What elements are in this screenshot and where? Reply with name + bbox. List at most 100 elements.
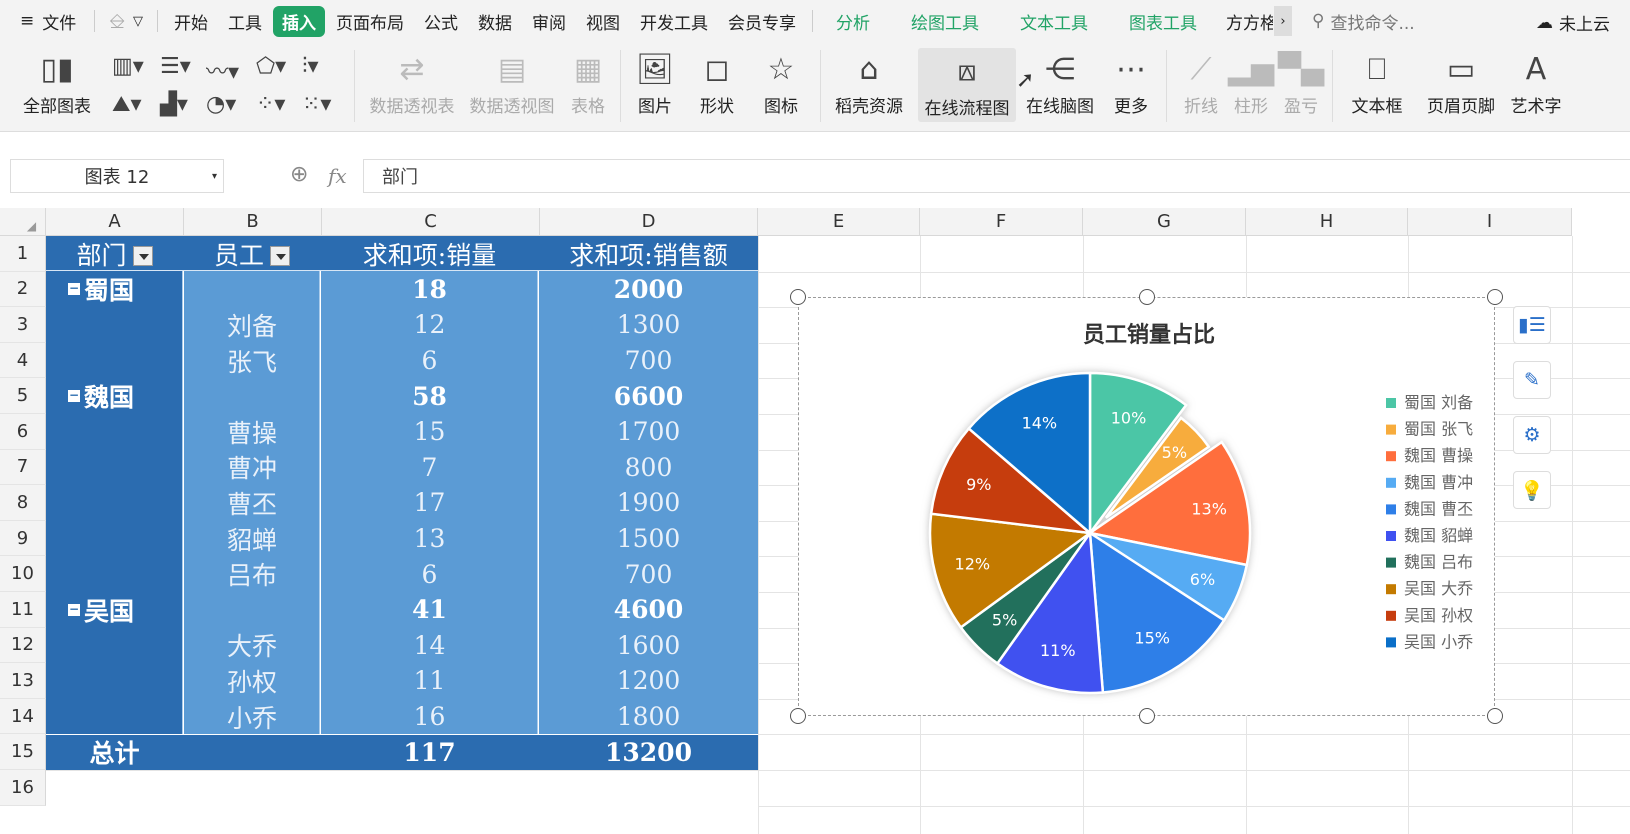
column-header-b[interactable]: B [184, 208, 322, 236]
pivot-amount-cell[interactable]: 1200 [539, 663, 758, 699]
chart-ideas-button[interactable]: 💡 [1513, 471, 1551, 509]
bubble-chart-icon[interactable]: ⁙▾ [302, 92, 331, 117]
row-header-5[interactable]: 5 [0, 378, 46, 414]
column-header-a[interactable]: A [46, 208, 184, 236]
pivot-amount-cell[interactable]: 1900 [539, 485, 758, 521]
pivot-amount-cell[interactable]: 6600 [539, 378, 758, 414]
column-header-f[interactable]: F [920, 208, 1083, 236]
pivot-employee-cell[interactable]: 大乔 [184, 628, 320, 664]
collapse-icon[interactable]: − [68, 603, 80, 616]
pivot-employee-cell[interactable]: 吕布 [184, 556, 320, 592]
shape-button[interactable]: ◻ 形状 [692, 46, 742, 118]
chart-resize-handle-se[interactable] [1487, 708, 1503, 724]
row-header-7[interactable]: 7 [0, 449, 46, 486]
pivot-employee-cell[interactable]: 貂蝉 [184, 521, 320, 557]
chart-settings-button[interactable]: ⚙ [1513, 416, 1551, 454]
tab-home[interactable]: 开始 [165, 6, 217, 37]
pivot-amount-cell[interactable]: 1700 [539, 414, 758, 450]
pivot-employee-cell[interactable]: 刘备 [184, 307, 320, 343]
pivot-qty-cell[interactable]: 15 [321, 414, 538, 450]
pivot-qty-cell[interactable]: 6 [321, 343, 538, 379]
docer-resources-button[interactable]: ⌂ 稻壳资源 [832, 46, 906, 118]
tab-analyze[interactable]: 分析 [827, 6, 879, 37]
format-painter-icon[interactable]: ⎒ [109, 9, 125, 33]
wordart-button[interactable]: A 艺术字 [1508, 46, 1564, 118]
pivot-header-dept[interactable]: 部门 [46, 236, 183, 272]
column-header-c[interactable]: C [322, 208, 540, 236]
tab-data[interactable]: 数据 [469, 6, 521, 37]
command-search[interactable]: ⚲ 查找命令... [1312, 9, 1415, 34]
chevron-down-icon[interactable]: ▽ [133, 14, 143, 29]
row-header-11[interactable]: 11 [0, 592, 46, 628]
row-header-13[interactable]: 13 [0, 663, 46, 699]
column-header-g[interactable]: G [1083, 208, 1246, 236]
radar-chart-icon[interactable]: ⬠▾ [256, 54, 286, 79]
pivot-qty-cell[interactable]: 14 [321, 628, 538, 664]
cloud-status[interactable]: ☁ 未上云 [1536, 10, 1610, 36]
chart-resize-handle-s[interactable] [1139, 708, 1155, 724]
tabs-scroll-right-button[interactable]: › [1274, 6, 1293, 36]
row-header-1[interactable]: 1 [0, 236, 46, 272]
pivot-qty-cell[interactable]: 41 [321, 592, 538, 628]
column-chart-icon[interactable]: ▥▾ [112, 54, 144, 79]
zoom-search-icon[interactable]: ⊕ [290, 162, 308, 187]
tab-fangfangge[interactable]: 方方格 [1217, 6, 1273, 37]
row-header-15[interactable]: 15 [0, 734, 46, 770]
sparkline-line-button[interactable]: ⟋ 折线 [1180, 46, 1222, 118]
pivot-qty-cell[interactable]: 12 [321, 307, 538, 343]
chart-resize-handle-sw[interactable] [790, 708, 806, 724]
column-header-h[interactable]: H [1246, 208, 1408, 236]
picture-button[interactable]: 🖼 图片 [630, 46, 680, 118]
tab-text-tools[interactable]: 文本工具 [1011, 6, 1097, 37]
flowchart-button[interactable]: ⟎ 在线流程图 [918, 48, 1016, 122]
pivot-dept-cell[interactable]: − 蜀国 [46, 272, 183, 308]
pivot-employee-cell[interactable]: 曹丕 [184, 485, 320, 521]
pivot-employee-cell[interactable]: 曹冲 [184, 450, 320, 486]
all-charts-button[interactable]: ▯▮ 全部图表 [16, 46, 98, 118]
chart-resize-handle-nw[interactable] [790, 289, 806, 305]
fx-icon[interactable]: fx [328, 164, 347, 188]
pivot-dept-cell[interactable]: − 魏国 [46, 378, 183, 414]
pivot-qty-cell[interactable]: 13 [321, 521, 538, 557]
area-chart-icon[interactable]: ⛰▾ [112, 92, 142, 117]
textbox-button[interactable]: ⎕ 文本框 [1344, 46, 1410, 118]
pie-chart[interactable]: 员工销量占比 10% 5% 13% 6% 15% 11% 5% 12% 9% 14% 蜀国 刘备 蜀国 … [798, 297, 1495, 716]
pivot-amount-cell[interactable]: 1300 [539, 307, 758, 343]
row-header-8[interactable]: 8 [0, 485, 46, 521]
tab-drawing-tools[interactable]: 绘图工具 [902, 6, 988, 37]
sparkline-column-button[interactable]: ▂▅ 柱形 [1228, 46, 1274, 118]
chart-style-button[interactable]: ✎ [1513, 361, 1551, 399]
pivot-chart-button[interactable]: ▤ 数据透视图 [466, 46, 558, 118]
row-header-16[interactable]: 16 [0, 770, 46, 806]
header-footer-button[interactable]: ▭ 页眉页脚 [1424, 46, 1498, 118]
pivot-header-amount[interactable]: 求和项:销售额 [539, 236, 758, 272]
name-box[interactable]: 图表 12 ▾ [10, 159, 224, 193]
pivot-header-employee[interactable]: 员工 [184, 236, 320, 272]
row-header-14[interactable]: 14 [0, 698, 46, 735]
pivot-dept-cell[interactable]: − 吴国 [46, 592, 183, 628]
pivot-total-amount[interactable]: 13200 [539, 734, 758, 770]
table-button[interactable]: ▦ 表格 [566, 46, 610, 118]
row-header-4[interactable]: 4 [0, 342, 46, 379]
pie-chart-icon[interactable]: ◔▾ [206, 92, 236, 117]
pivot-qty-cell[interactable]: 6 [321, 556, 538, 592]
pivot-employee-cell[interactable]: 张飞 [184, 343, 320, 379]
collapse-icon[interactable]: − [68, 389, 80, 403]
chevron-down-icon[interactable]: ▾ [212, 171, 217, 182]
collapse-icon[interactable]: − [68, 282, 80, 296]
row-header-12[interactable]: 12 [0, 627, 46, 664]
pivot-amount-cell[interactable]: 700 [539, 343, 758, 379]
more-button[interactable]: ⋯ 更多 [1106, 46, 1156, 118]
tab-tools[interactable]: 工具 [219, 6, 271, 37]
tab-view[interactable]: 视图 [577, 6, 629, 37]
icon-button[interactable]: ☆ 图标 [756, 46, 806, 118]
pivot-amount-cell[interactable]: 1600 [539, 628, 758, 664]
scatter-chart-icon[interactable]: ⁘▾ [256, 92, 285, 117]
filter-dropdown-icon[interactable] [270, 245, 290, 266]
pivot-amount-cell[interactable]: 1500 [539, 521, 758, 557]
pivot-qty-cell[interactable]: 17 [321, 485, 538, 521]
line-chart-icon[interactable]: 〰▾ [206, 54, 239, 86]
sparkline-winloss-button[interactable]: ▀▄ 盈亏 [1278, 46, 1324, 118]
pivot-amount-cell[interactable]: 4600 [539, 592, 758, 628]
pivot-amount-cell[interactable]: 1800 [539, 699, 758, 735]
